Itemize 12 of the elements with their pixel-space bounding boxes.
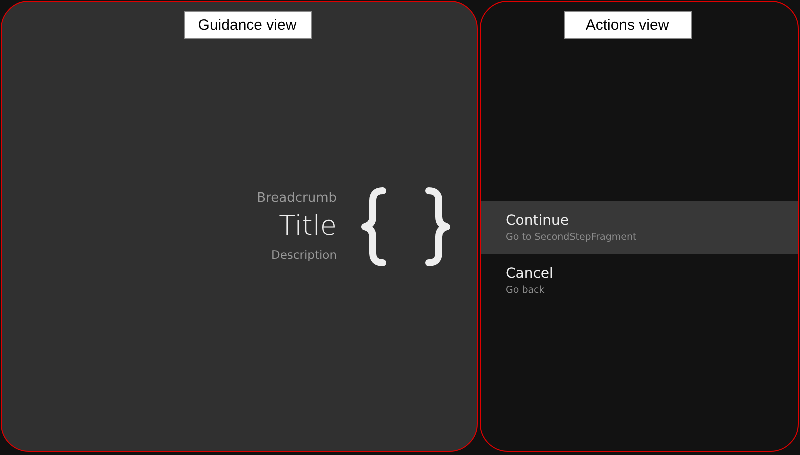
- annotation-label: Guidance view: [184, 11, 312, 39]
- guidance-description: Description: [272, 247, 337, 264]
- braces-icon: [361, 187, 451, 267]
- annotation-label: Actions view: [564, 11, 692, 39]
- action-description: Go back: [506, 284, 546, 298]
- action-title: Continue: [506, 212, 570, 231]
- action-title: Cancel: [506, 265, 554, 284]
- action-item[interactable]: Continue Go to SecondStepFragment: [481, 201, 798, 254]
- guidance-title: Title: [279, 210, 337, 244]
- action-description: Go to SecondStepFragment: [506, 231, 638, 245]
- action-item[interactable]: Cancel Go back: [481, 254, 798, 307]
- breadcrumb: Breadcrumb: [257, 190, 337, 208]
